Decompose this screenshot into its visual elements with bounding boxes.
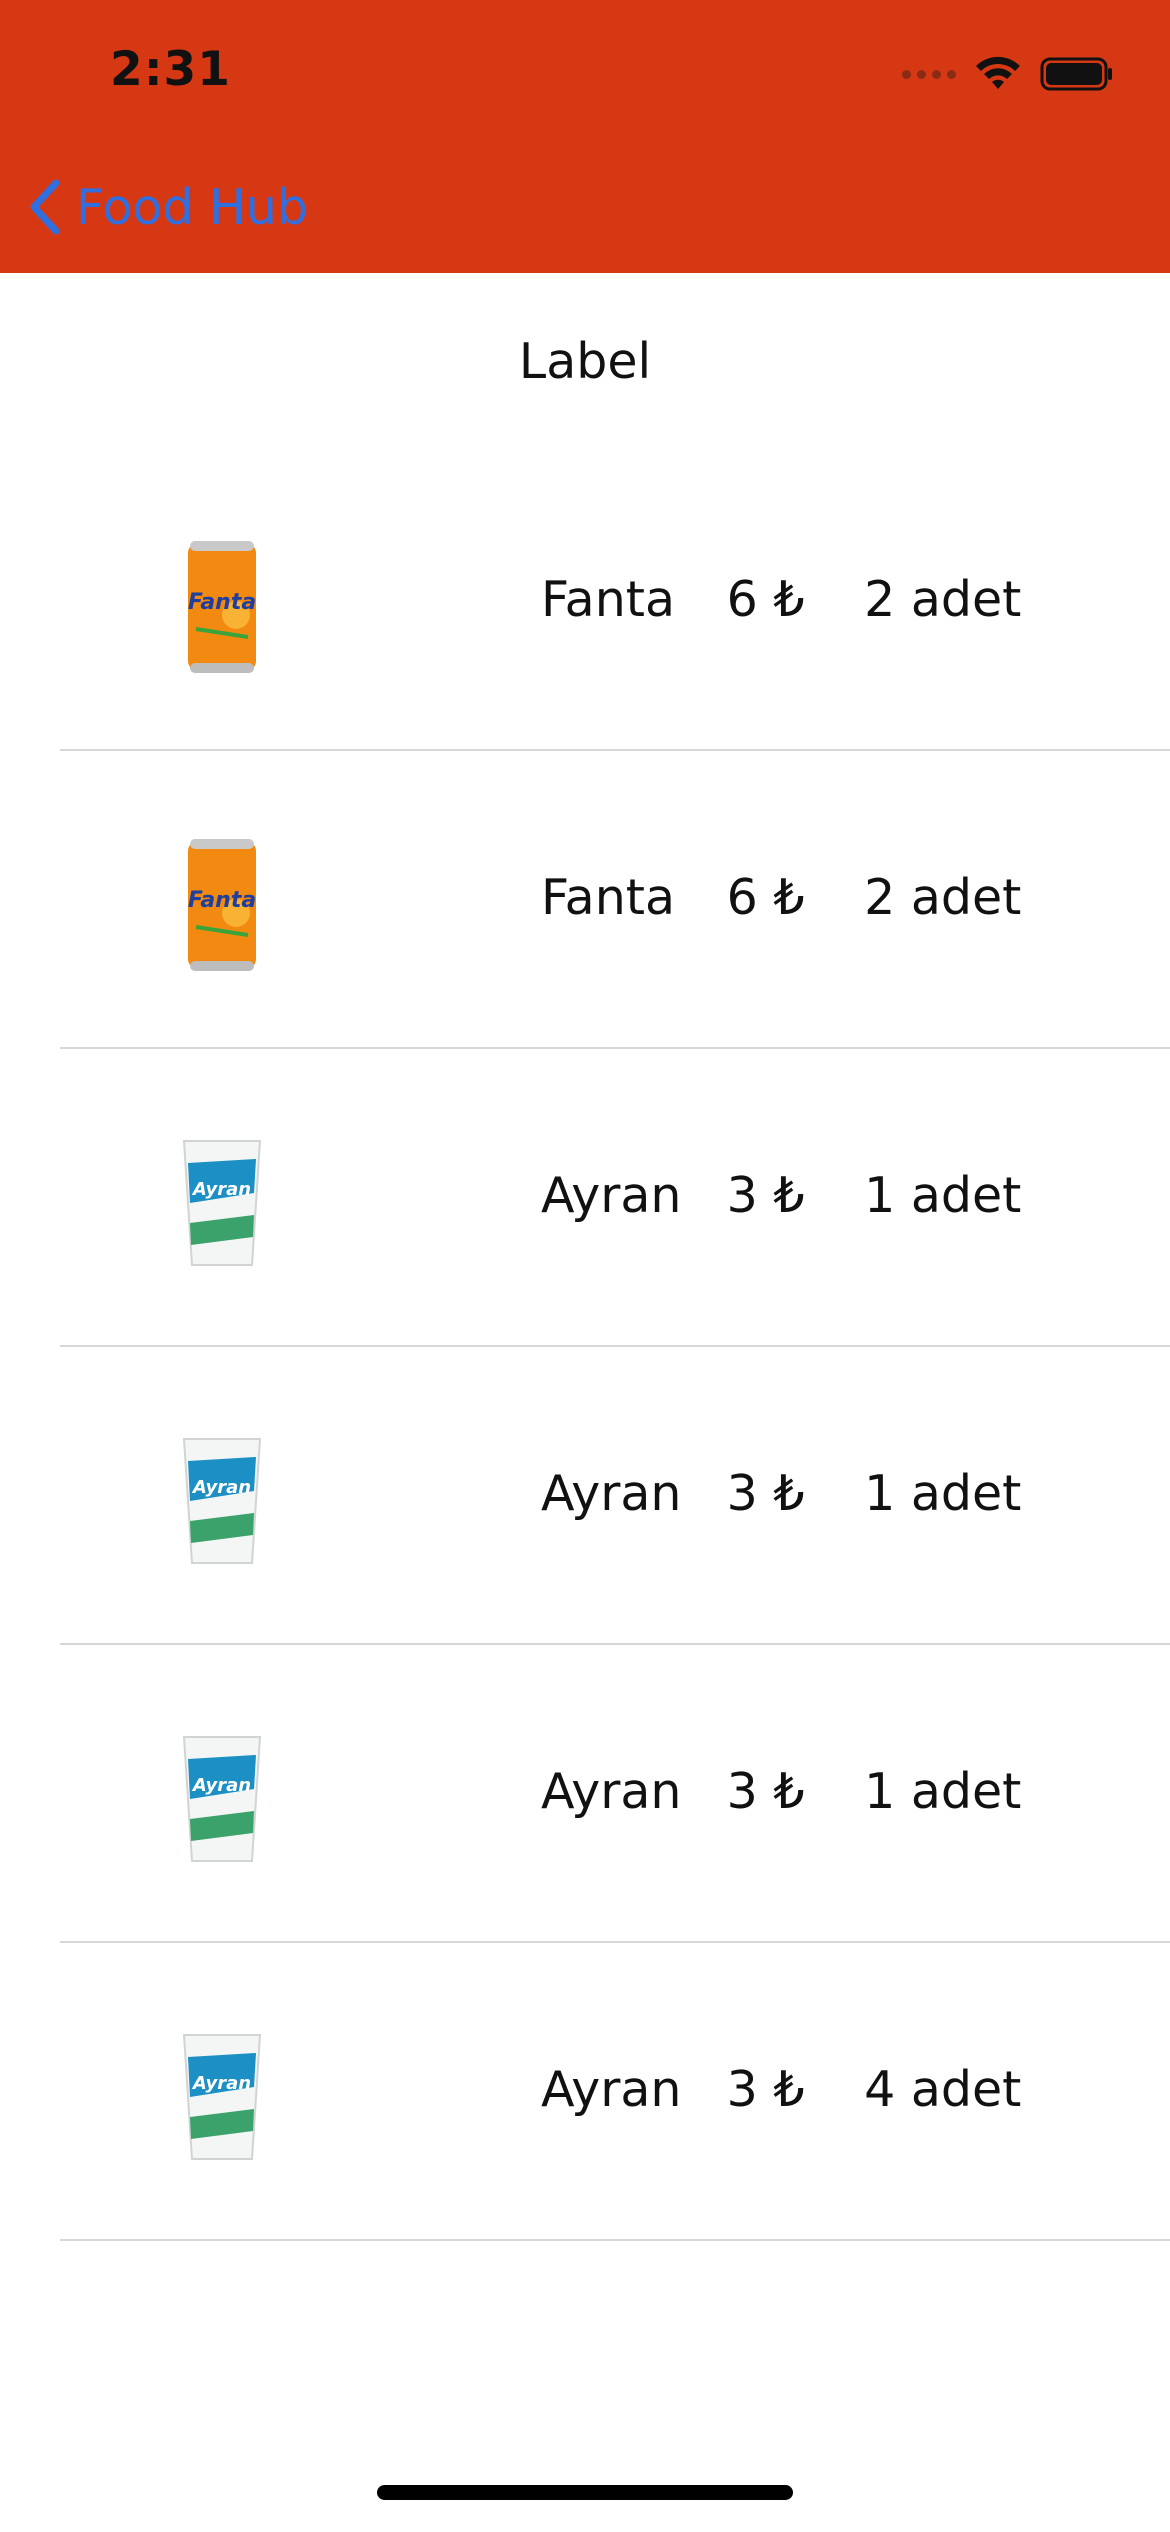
- list-item[interactable]: Ayran Ayran 3 ₺ 1 adet: [0, 1645, 1170, 1943]
- item-quantity: 1 adet: [864, 1763, 1022, 1820]
- list-item[interactable]: Ayran Ayran 3 ₺ 1 adet: [0, 1049, 1170, 1347]
- list-item[interactable]: Ayran Ayran 3 ₺ 1 adet: [0, 1347, 1170, 1645]
- item-quantity: 1 adet: [864, 1465, 1022, 1522]
- ayran-cup-icon: Ayran: [182, 1736, 262, 1862]
- svg-text:Ayran: Ayran: [191, 1775, 251, 1796]
- item-price: 3 ₺: [726, 1167, 805, 1224]
- chevron-left-icon: [30, 179, 60, 235]
- back-button[interactable]: Food Hub: [28, 172, 308, 242]
- ayran-cup-icon: Ayran: [182, 1140, 262, 1266]
- item-quantity: 4 adet: [864, 2061, 1022, 2118]
- status-time: 2:31: [110, 42, 231, 97]
- item-name: Ayran: [541, 2061, 682, 2118]
- page-label: Label: [518, 333, 652, 390]
- item-quantity: 2 adet: [864, 571, 1022, 628]
- svg-text:Fanta: Fanta: [188, 888, 256, 913]
- item-quantity: 1 adet: [864, 1167, 1022, 1224]
- list-item[interactable]: Fanta Fanta 6 ₺ 2 adet: [0, 751, 1170, 1049]
- cellular-signal-icon: [902, 69, 956, 79]
- header: 2:31 Food Hub: [0, 0, 1170, 273]
- back-button-label: Food Hub: [76, 178, 309, 236]
- svg-text:Ayran: Ayran: [191, 2073, 251, 2094]
- item-name: Ayran: [541, 1763, 682, 1820]
- fanta-can-icon: Fanta: [188, 839, 256, 971]
- battery-icon: [1040, 57, 1112, 91]
- svg-text:Fanta: Fanta: [188, 590, 256, 615]
- ayran-cup-icon: Ayran: [182, 2034, 262, 2160]
- item-name: Fanta: [541, 869, 676, 926]
- item-price: 3 ₺: [726, 1763, 805, 1820]
- status-indicators: [902, 48, 1114, 100]
- screen: 2:31 Food Hub Label Fanta Fanta 6 ₺ 2 ad…: [0, 0, 1170, 2532]
- item-price: 6 ₺: [726, 869, 805, 926]
- item-price: 3 ₺: [726, 2061, 805, 2118]
- list-item[interactable]: Fanta Fanta 6 ₺ 2 adet: [0, 453, 1170, 751]
- fanta-can-icon: Fanta: [188, 541, 256, 673]
- cart-list: Fanta Fanta 6 ₺ 2 adet Fanta Fanta 6 ₺ 2…: [0, 453, 1170, 2241]
- ayran-cup-icon: Ayran: [182, 1438, 262, 1564]
- wifi-icon: [976, 56, 1020, 89]
- item-name: Ayran: [541, 1465, 682, 1522]
- item-price: 3 ₺: [726, 1465, 805, 1522]
- svg-text:Ayran: Ayran: [191, 1179, 251, 1200]
- svg-text:Ayran: Ayran: [191, 1477, 251, 1498]
- list-item[interactable]: Ayran Ayran 3 ₺ 4 adet: [0, 1943, 1170, 2241]
- item-name: Ayran: [541, 1167, 682, 1224]
- item-name: Fanta: [541, 571, 676, 628]
- item-price: 6 ₺: [726, 571, 805, 628]
- home-indicator[interactable]: [377, 2485, 793, 2500]
- item-quantity: 2 adet: [864, 869, 1022, 926]
